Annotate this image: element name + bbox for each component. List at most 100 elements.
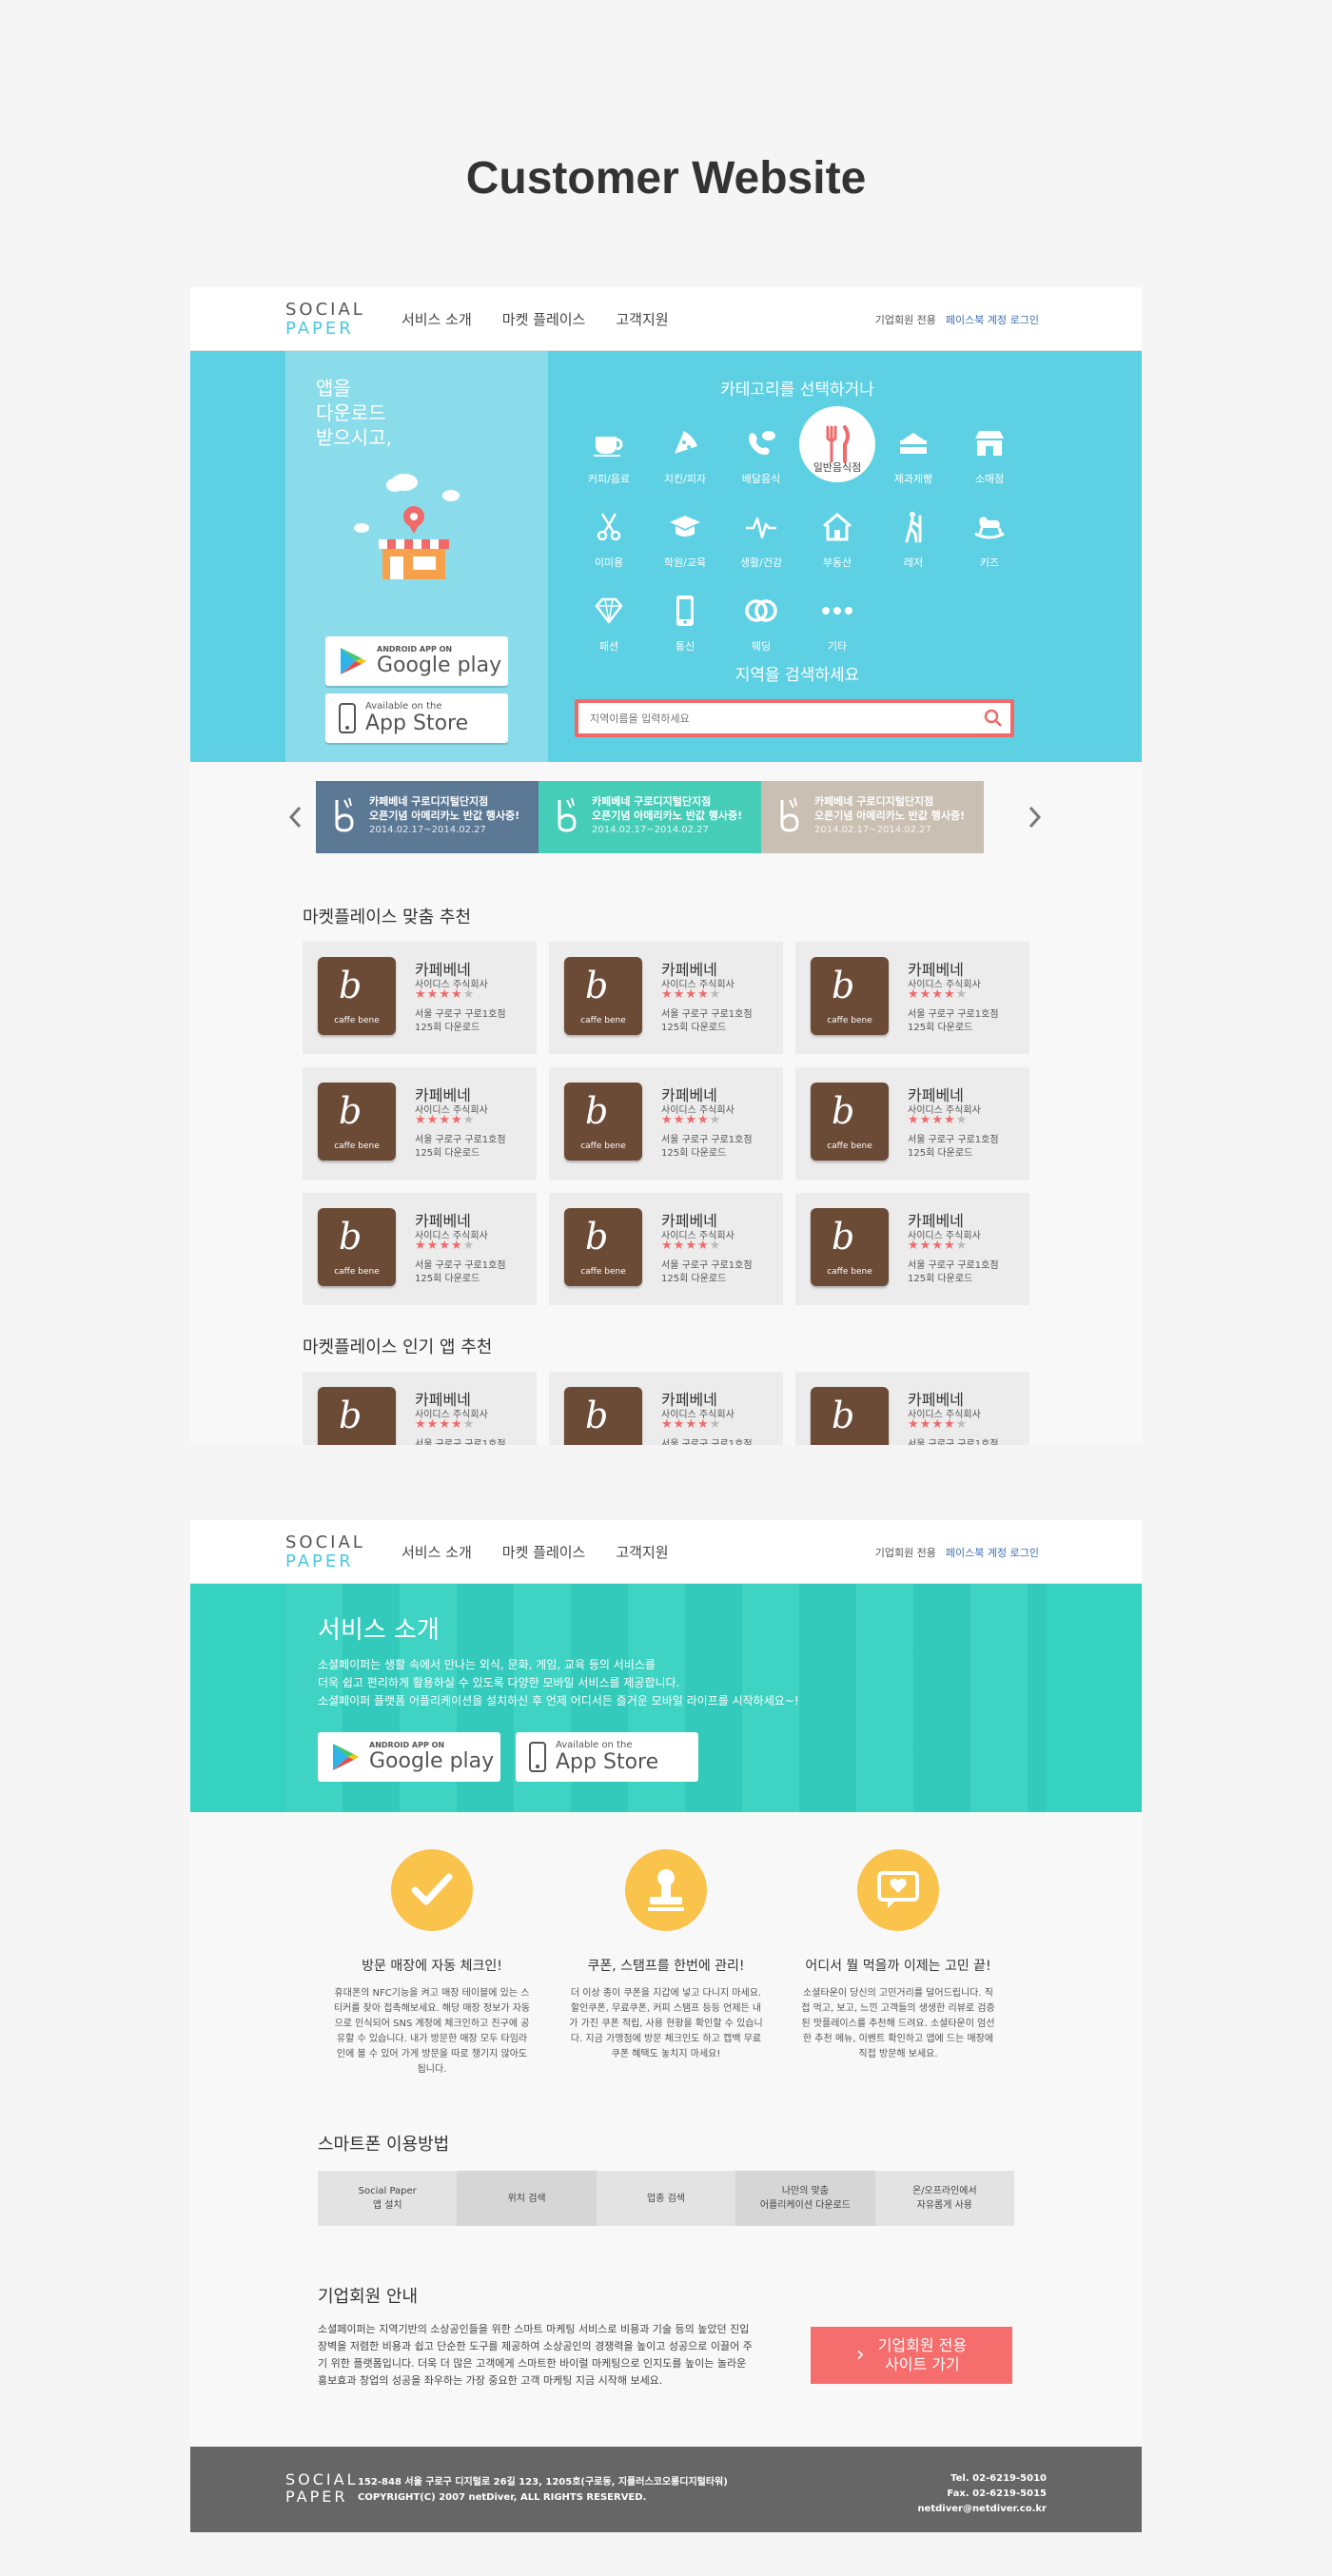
region-search	[575, 699, 1014, 737]
logo[interactable]: SOCIAL PAPER	[285, 301, 365, 339]
app-address: 서울 구로구 구로1호점	[661, 1260, 753, 1271]
app-card[interactable]: bcaffe bene카페베네사이디스 주식회사★★★★★서울 구로구 구로1호…	[549, 1067, 783, 1180]
category-diamond[interactable]: 패션	[571, 585, 647, 655]
menu-support[interactable]: 고객지원	[616, 1542, 668, 1562]
app-card[interactable]: bcaffe bene카페베네사이디스 주식회사★★★★★서울 구로구 구로1호…	[549, 1372, 783, 1445]
app-card[interactable]: bcaffe bene카페베네사이디스 주식회사★★★★★서울 구로구 구로1호…	[795, 1372, 1029, 1445]
store-icon	[964, 418, 1015, 469]
service-intro-page-mockup: SOCIAL PAPER 서비스 소개 마켓 플레이스 고객지원 기업회원 전용…	[190, 1520, 1142, 2532]
caffe-bene-logo-icon	[780, 797, 799, 832]
coffee-icon	[583, 418, 635, 469]
app-card[interactable]: bcaffe bene카페베네사이디스 주식회사★★★★★서울 구로구 구로1호…	[795, 1193, 1029, 1305]
region-title: 지역을 검색하세요	[735, 666, 860, 685]
star-icon: ★	[696, 1417, 710, 1432]
category-label: 치킨/피자	[663, 473, 707, 485]
category-label: 커피/음료	[587, 473, 631, 485]
star-icon: ★	[439, 987, 451, 1002]
app-card[interactable]: bcaffe bene카페베네사이디스 주식회사★★★★★서울 구로구 구로1호…	[795, 942, 1029, 1054]
carousel-next-arrow[interactable]	[1026, 800, 1045, 834]
service-description: 소셜페이퍼는 생활 속에서 만나는 외식, 문화, 게임, 교육 등의 서비스를…	[318, 1658, 799, 1708]
rating-stars: ★★★★★	[908, 1113, 968, 1127]
download-count: 125회 다운로드	[661, 1023, 727, 1033]
category-pizza[interactable]: 치킨/피자	[647, 418, 723, 488]
category-cake[interactable]: 제과제빵	[875, 418, 951, 488]
category-pulse[interactable]: 생활/건강	[723, 501, 799, 572]
facebook-login-link[interactable]: 페이스북 계정 로그인	[946, 312, 1039, 327]
category-label: 학원/교육	[663, 556, 707, 569]
category-scissors[interactable]: 이미용	[571, 501, 647, 572]
caffe-bene-logo-icon: bcaffe bene	[811, 1083, 889, 1161]
popular-section-title: 마켓플레이스 인기 앱 추천	[303, 1337, 493, 1357]
category-label: 부동산	[822, 556, 852, 569]
category-fork-knife[interactable]: 일반음식점	[799, 406, 875, 488]
download-count: 125회 다운로드	[415, 1023, 480, 1033]
menu-service[interactable]: 서비스 소개	[402, 309, 472, 329]
event-banner[interactable]: 카페베네 구로디지털단지점 오픈기념 아메리카노 반값 행사중! 2014.02.1…	[316, 781, 539, 853]
star-icon: ★	[415, 1239, 427, 1253]
category-rings[interactable]: 웨딩	[723, 585, 799, 655]
star-icon: ★	[450, 987, 463, 1002]
rating-stars: ★★★★★	[415, 1239, 475, 1253]
app-store-button[interactable]: Available on the App Store	[516, 1732, 698, 1782]
star-icon: ★	[462, 987, 476, 1002]
category-hiker[interactable]: 레저	[875, 501, 951, 572]
corp-title: 기업회원 안내	[318, 2287, 419, 2307]
facebook-login-link[interactable]: 페이스북 계정 로그인	[946, 1545, 1039, 1560]
event-banner[interactable]: 카페베네 구로디지털단지점 오픈기념 아메리카노 반값 행사중! 2014.02.1…	[539, 781, 761, 853]
rating-stars: ★★★★★	[908, 1239, 968, 1253]
app-card[interactable]: bcaffe bene카페베네사이디스 주식회사★★★★★서울 구로구 구로1호…	[549, 942, 783, 1054]
category-label: 제과제빵	[893, 473, 933, 485]
menu-support[interactable]: 고객지원	[616, 309, 668, 329]
app-card[interactable]: bcaffe bene카페베네사이디스 주식회사★★★★★서울 구로구 구로1호…	[303, 942, 537, 1054]
menu-marketplace[interactable]: 마켓 플레이스	[502, 309, 586, 329]
logo[interactable]: SOCIAL PAPER	[285, 1533, 365, 1571]
rating-stars: ★★★★★	[908, 987, 968, 1002]
corp-member-link[interactable]: 기업회원 전용	[875, 1545, 936, 1560]
hero-tagline: 앱을 다운로드 받으시고,	[316, 377, 392, 449]
category-rocking-horse[interactable]: 키즈	[951, 501, 1028, 572]
caffe-bene-logo-icon: bcaffe bene	[811, 957, 889, 1035]
category-coffee[interactable]: 커피/음료	[571, 418, 647, 488]
category-more[interactable]: 기타	[799, 585, 875, 655]
app-store-button[interactable]: Available on the App Store	[325, 693, 508, 743]
search-icon[interactable]	[984, 709, 1003, 728]
star-icon: ★	[450, 1239, 463, 1253]
menu-service[interactable]: 서비스 소개	[402, 1542, 472, 1562]
service-hero: 서비스 소개 소셜페이퍼는 생활 속에서 만나는 외식, 문화, 게임, 교육 …	[190, 1584, 1142, 1812]
category-title: 카테고리를 선택하거나	[720, 381, 874, 400]
region-search-input[interactable]	[590, 703, 970, 733]
menu-marketplace[interactable]: 마켓 플레이스	[502, 1542, 586, 1562]
app-card[interactable]: bcaffe bene카페베네사이디스 주식회사★★★★★서울 구로구 구로1호…	[549, 1193, 783, 1305]
category-smartphone[interactable]: 통신	[647, 585, 723, 655]
category-label: 기타	[827, 640, 848, 653]
caffe-bene-logo-icon: bcaffe bene	[811, 1387, 889, 1445]
star-icon: ★	[908, 1239, 920, 1253]
google-play-button[interactable]: ANDROID APP ON Google play	[325, 636, 508, 686]
star-icon: ★	[943, 1417, 956, 1432]
chevron-left-icon	[288, 806, 302, 829]
app-address: 서울 구로구 구로1호점	[415, 1260, 506, 1271]
category-graduation-cap[interactable]: 학원/교육	[647, 501, 723, 572]
app-address: 서울 구로구 구로1호점	[415, 1135, 506, 1145]
event-banner[interactable]: 카페베네 구로디지털단지점 오픈기념 아메리카노 반값 행사중! 2014.02.1…	[761, 781, 984, 853]
caffe-bene-logo-icon	[558, 797, 577, 832]
google-play-button[interactable]: ANDROID APP ON Google play	[318, 1732, 500, 1782]
step-4: 나만의 맞춤 어플리케이션 다운로드	[735, 2171, 875, 2226]
carousel-prev-arrow[interactable]	[285, 800, 304, 834]
corp-member-link[interactable]: 기업회원 전용	[875, 312, 936, 327]
category-label: 레저	[903, 556, 924, 569]
app-card[interactable]: bcaffe bene카페베네사이디스 주식회사★★★★★서울 구로구 구로1호…	[795, 1067, 1029, 1180]
corp-site-button[interactable]: › 기업회원 전용 사이트 가기	[811, 2327, 1012, 2384]
star-icon: ★	[661, 987, 674, 1002]
star-icon: ★	[919, 1239, 932, 1253]
heart-chat-icon	[857, 1849, 939, 1931]
hiker-icon	[888, 501, 939, 553]
app-card[interactable]: bcaffe bene카페베네사이디스 주식회사★★★★★서울 구로구 구로1호…	[303, 1067, 537, 1180]
category-house[interactable]: 부동산	[799, 501, 875, 572]
category-phone[interactable]: 배달음식	[723, 418, 799, 488]
app-address: 서울 구로구 구로1호점	[908, 1135, 999, 1145]
caffe-bene-logo-icon: bcaffe bene	[318, 1208, 396, 1286]
app-card[interactable]: bcaffe bene카페베네사이디스 주식회사★★★★★서울 구로구 구로1호…	[303, 1372, 537, 1445]
app-card[interactable]: bcaffe bene카페베네사이디스 주식회사★★★★★서울 구로구 구로1호…	[303, 1193, 537, 1305]
category-store[interactable]: 소매점	[951, 418, 1028, 488]
